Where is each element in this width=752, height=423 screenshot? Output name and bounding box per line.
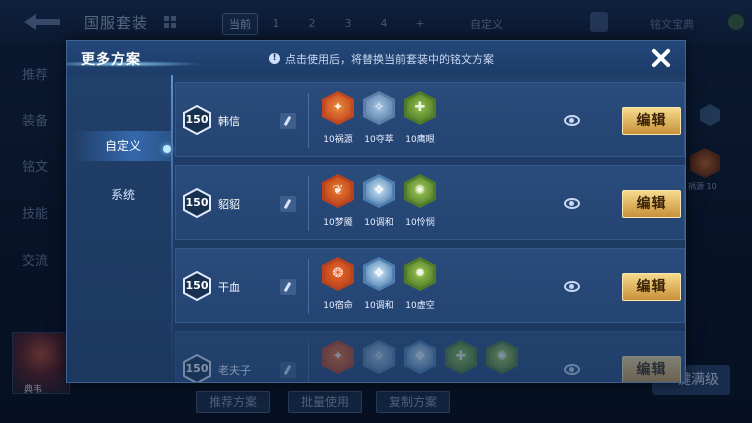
inscription-symbol: ❦: [332, 183, 344, 198]
inscription-gem-icon: ❖: [404, 340, 436, 374]
inscription-label: 10梦魇: [323, 218, 353, 228]
inscription-gem-icon: ✧: [363, 340, 395, 374]
inscription-symbol: ❖: [414, 349, 426, 364]
edit-button[interactable]: 编辑: [622, 356, 681, 382]
inscription-gem-core: ❖: [366, 260, 392, 288]
inscription-symbol: ✚: [414, 100, 426, 115]
inscription-gem-core: ❦: [325, 177, 351, 205]
inscription-symbol: ✺: [414, 183, 426, 198]
preview-eye-icon[interactable]: [564, 281, 580, 292]
nav-divider: [171, 75, 173, 382]
plan-row[interactable]: 150 貂貂 ❦ 10梦魇 ❖ 10调和 ✺ 10怜悯 编辑: [175, 165, 685, 240]
rename-pencil-icon[interactable]: [280, 279, 296, 295]
plan-category-nav: 自定义 系统: [67, 75, 173, 382]
inscription-label: 10怜悯: [405, 218, 435, 228]
level-badge: 150: [182, 188, 212, 218]
level-value: 150: [185, 196, 209, 209]
nav-active-dot: [163, 145, 171, 153]
inscription-gem-core: ✦: [325, 94, 351, 122]
row-divider: [308, 259, 309, 314]
inscription-gem-core: ✧: [366, 94, 392, 122]
row-divider: [308, 342, 309, 382]
preview-eye-icon[interactable]: [564, 198, 580, 209]
edit-button[interactable]: 编辑: [622, 273, 681, 301]
plan-row[interactable]: 150 干血 ❂ 10宿命 ❖ 10调和 ✹ 10虚空 编辑: [175, 248, 685, 323]
modal-hint: 点击使用后，将替换当前套装中的铭文方案: [285, 53, 494, 66]
plan-list[interactable]: 150 韩信 ✦ 10祸源 ✧ 10夺萃 ✚ 10鹰眼 编辑 150 貂貂 ❦ 10梦魇 ❖ 10调和 ✺ 10…: [175, 82, 685, 382]
inscription-symbol: ✚: [455, 349, 467, 364]
plan-name: 韩信: [218, 115, 240, 128]
inscription-gem-icon: ❖: [363, 174, 395, 208]
inscription-gem-icon: ✚: [445, 340, 477, 374]
row-divider: [308, 176, 309, 231]
close-icon[interactable]: [648, 45, 674, 71]
modal-title: 更多方案: [81, 52, 141, 68]
inscription-label: 10调和: [364, 301, 394, 311]
nav-item-system[interactable]: 系统: [73, 180, 173, 210]
inscription-label: 10鹰眼: [405, 135, 435, 145]
inscription-gem-core: ✚: [448, 343, 474, 371]
rename-pencil-icon[interactable]: [280, 196, 296, 212]
inscription-gem-icon: ❦: [322, 174, 354, 208]
inscription-gem-icon: ✧: [363, 91, 395, 125]
inscription-label: 10调和: [364, 218, 394, 228]
inscription-label: 10祸源: [323, 135, 353, 145]
inscription-label: 10夺萃: [364, 135, 394, 145]
plan-name: 貂貂: [218, 198, 240, 211]
level-value: 150: [185, 113, 209, 126]
plan-row[interactable]: 150 韩信 ✦ 10祸源 ✧ 10夺萃 ✚ 10鹰眼 编辑: [175, 82, 685, 157]
inscription-symbol: ✺: [496, 349, 508, 364]
inscription-symbol: ❖: [373, 183, 385, 198]
inscription-gem-core: ❂: [325, 260, 351, 288]
edit-button[interactable]: 编辑: [622, 190, 681, 218]
inscription-gem-icon: ✹: [404, 257, 436, 291]
plan-name: 干血: [218, 281, 240, 294]
plan-name: 老夫子: [218, 364, 251, 377]
inscription-gem-icon: ✺: [404, 174, 436, 208]
nav-item-label: 自定义: [104, 139, 141, 153]
level-value: 150: [185, 362, 209, 375]
more-plans-modal: 更多方案 ! 点击使用后，将替换当前套装中的铭文方案 自定义 系统 150 韩信 ✦…: [66, 40, 686, 383]
inscription-gem-core: ✹: [407, 260, 433, 288]
inscription-gem-core: ❖: [407, 343, 433, 371]
inscription-gem-core: ✚: [407, 94, 433, 122]
inscription-gem-core: ✦: [325, 343, 351, 371]
inscription-symbol: ✹: [414, 266, 426, 281]
row-divider: [308, 93, 309, 148]
inscription-symbol: ✦: [332, 100, 344, 115]
preview-eye-icon[interactable]: [564, 364, 580, 375]
inscription-gem-icon: ✦: [322, 340, 354, 374]
inscription-gem-icon: ❂: [322, 257, 354, 291]
inscription-gem-core: ✺: [407, 177, 433, 205]
inscription-symbol: ✧: [373, 100, 385, 115]
level-value: 150: [185, 279, 209, 292]
preview-eye-icon[interactable]: [564, 115, 580, 126]
inscription-symbol: ❂: [332, 266, 344, 281]
nav-item-custom[interactable]: 自定义: [73, 131, 173, 161]
edit-button[interactable]: 编辑: [622, 107, 681, 135]
rename-pencil-icon[interactable]: [280, 362, 296, 378]
inscription-symbol: ✧: [373, 349, 385, 364]
rename-pencil-icon[interactable]: [280, 113, 296, 129]
inscription-gem-icon: ❖: [363, 257, 395, 291]
inscription-gem-icon: ✺: [486, 340, 518, 374]
inscription-label: 10宿命: [323, 301, 353, 311]
plan-row[interactable]: 150 老夫子 ✦ ✧ ❖ ✚ ✺ 编辑: [175, 331, 685, 382]
inscription-gem-icon: ✚: [404, 91, 436, 125]
info-icon: !: [269, 53, 280, 64]
inscription-gem-core: ✧: [366, 343, 392, 371]
nav-item-label: 系统: [110, 188, 135, 202]
level-badge: 150: [182, 271, 212, 301]
inscription-symbol: ✦: [332, 349, 344, 364]
level-badge: 150: [182, 354, 212, 382]
inscription-gem-icon: ✦: [322, 91, 354, 125]
inscription-gem-core: ✺: [489, 343, 515, 371]
inscription-label: 10虚空: [405, 301, 435, 311]
inscription-symbol: ❖: [373, 266, 385, 281]
level-badge: 150: [182, 105, 212, 135]
inscription-gem-core: ❖: [366, 177, 392, 205]
